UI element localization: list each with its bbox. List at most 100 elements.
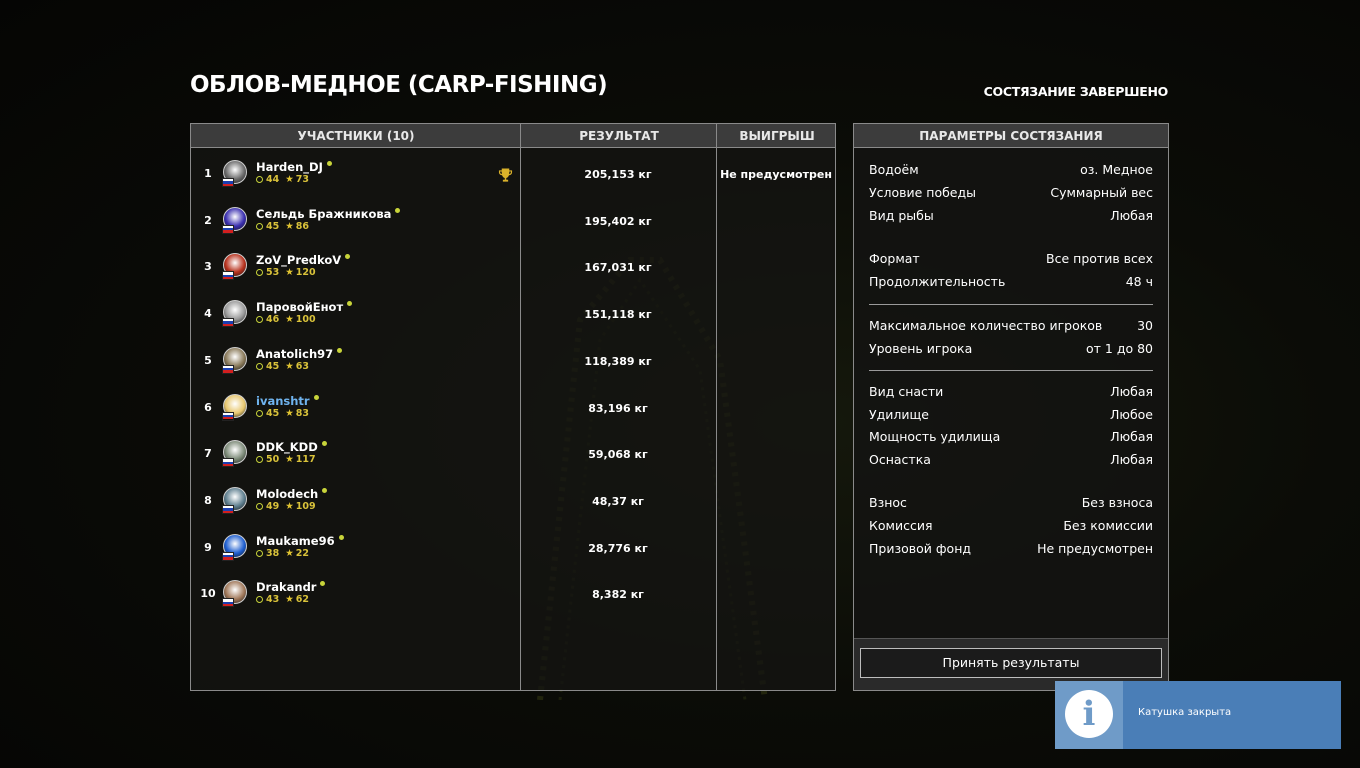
prize-value: Не предусмотрен bbox=[720, 168, 832, 181]
parameter-value: Любая bbox=[1110, 452, 1153, 467]
rank-number: 4 bbox=[204, 307, 212, 321]
player-name-text: Сельдь Бражникова bbox=[256, 206, 392, 221]
result-row[interactable]: 6 ivanshtr 45 ★ 83 83,196 кг bbox=[191, 387, 835, 433]
russia-flag-icon bbox=[222, 224, 234, 234]
level-icon bbox=[256, 549, 263, 557]
player-level: 45 bbox=[266, 220, 280, 232]
russia-flag-icon bbox=[222, 271, 234, 281]
parameter-row: Вид снасти Любая bbox=[869, 384, 1153, 404]
star-icon: ★ bbox=[285, 314, 294, 326]
rank-number: 8 bbox=[204, 493, 212, 507]
result-row[interactable]: 7 DDK_KDD 50 ★ 117 59,068 кг bbox=[191, 433, 835, 479]
russia-flag-icon bbox=[222, 551, 234, 561]
player-level: 44 bbox=[266, 174, 280, 185]
player-stats: 45 ★ 86 bbox=[256, 221, 309, 232]
parameter-value: Любая bbox=[1110, 208, 1153, 223]
player-name[interactable]: ivanshtr bbox=[256, 394, 319, 408]
player-name-text: Molodech bbox=[256, 486, 319, 501]
rank-number: 6 bbox=[204, 400, 212, 414]
player-stats: 49 ★ 109 bbox=[256, 501, 316, 512]
parameter-value: Любая bbox=[1110, 429, 1153, 444]
rank-number: 9 bbox=[204, 540, 212, 554]
result-weight: 151,118 кг bbox=[584, 308, 652, 322]
player-name[interactable]: Harden_DJ bbox=[256, 160, 332, 174]
parameter-row: Призовой фонд Не предусмотрен bbox=[869, 541, 1153, 561]
parameter-row: Оснастка Любая bbox=[869, 452, 1153, 472]
player-level: 43 bbox=[266, 594, 280, 606]
level-icon bbox=[256, 176, 263, 183]
player-name-text: Harden_DJ bbox=[256, 160, 323, 174]
parameter-label: Удилище bbox=[869, 407, 929, 422]
parameter-row: Мощность удилища Любая bbox=[869, 429, 1153, 449]
result-row[interactable]: 8 Molodech 49 ★ 109 48,37 кг bbox=[191, 480, 835, 526]
result-weight: 59,068 кг bbox=[588, 448, 648, 462]
parameter-value: Все против всех bbox=[1046, 251, 1153, 266]
player-level: 46 bbox=[266, 314, 280, 326]
result-row[interactable]: 10 Drakandr 43 ★ 62 8,382 кг bbox=[191, 573, 835, 619]
prize-column-header: ВЫИГРЫШ bbox=[739, 129, 815, 143]
player-name[interactable]: Molodech bbox=[256, 486, 328, 501]
parameter-label: Вид рыбы bbox=[869, 208, 934, 223]
player-name[interactable]: Anatolich97 bbox=[256, 347, 343, 361]
star-icon: ★ bbox=[285, 220, 294, 232]
level-icon bbox=[256, 456, 263, 464]
trophy-icon bbox=[498, 168, 513, 182]
star-icon: ★ bbox=[285, 267, 294, 279]
online-status-icon bbox=[338, 534, 344, 540]
parameter-value: оз. Медное bbox=[1080, 162, 1153, 177]
player-name[interactable]: ПаровойЕнот bbox=[256, 300, 353, 315]
star-icon: ★ bbox=[285, 454, 294, 466]
result-weight: 118,389 кг bbox=[584, 354, 652, 368]
parameter-row: Формат Все против всех bbox=[869, 251, 1153, 271]
player-stats: 50 ★ 117 bbox=[256, 454, 316, 465]
russia-flag-icon bbox=[222, 598, 234, 608]
player-name[interactable]: Maukame96 bbox=[256, 534, 344, 548]
parameter-label: Уровень игрока bbox=[869, 341, 973, 356]
rank-number: 5 bbox=[204, 353, 212, 367]
result-row[interactable]: 5 Anatolich97 45 ★ 63 118,389 кг bbox=[191, 340, 835, 386]
result-weight: 28,776 кг bbox=[588, 541, 648, 555]
result-row[interactable]: 2 Сельдь Бражникова 45 ★ 86 195,402 кг bbox=[191, 200, 835, 246]
player-level: 38 bbox=[266, 547, 280, 559]
player-name-text: ПаровойЕнот bbox=[256, 300, 344, 315]
player-name[interactable]: DDK_KDD bbox=[256, 440, 327, 454]
online-status-icon bbox=[322, 487, 328, 493]
player-stats: 43 ★ 62 bbox=[256, 594, 309, 605]
player-name[interactable]: Сельдь Бражникова bbox=[256, 206, 401, 221]
russia-flag-icon bbox=[222, 458, 234, 468]
online-status-icon bbox=[321, 441, 327, 447]
player-level: 50 bbox=[266, 454, 280, 466]
player-name[interactable]: ZoV_PredkoV bbox=[256, 253, 351, 267]
online-status-icon bbox=[337, 347, 343, 353]
participants-column-header: УЧАСТНИКИ (10) bbox=[297, 129, 415, 143]
star-icon: ★ bbox=[285, 547, 294, 559]
parameter-label: Условие победы bbox=[869, 185, 977, 200]
result-row[interactable]: 1 Harden_DJ 44 ★ 73 205,153 кг Не предусмо… bbox=[191, 153, 835, 199]
parameter-value: Без взноса bbox=[1081, 495, 1153, 510]
notification-toast[interactable]: i Катушка закрыта bbox=[1055, 681, 1341, 749]
rank-number: 10 bbox=[200, 587, 216, 601]
player-stats: 53 ★ 120 bbox=[256, 267, 316, 278]
online-status-icon bbox=[345, 254, 351, 260]
parameter-label: Оснастка bbox=[869, 452, 931, 467]
result-row[interactable]: 4 ПаровойЕнот 46 ★ 100 151,118 кг bbox=[191, 293, 835, 339]
parameter-value: Любая bbox=[1110, 384, 1153, 399]
result-weight: 8,382 кг bbox=[592, 588, 644, 602]
parameter-label: Максимальное количество игроков bbox=[869, 318, 1103, 333]
player-stats: 45 ★ 83 bbox=[256, 408, 309, 419]
result-row[interactable]: 3 ZoV_PredkoV 53 ★ 120 167,031 кг bbox=[191, 246, 835, 292]
player-name[interactable]: Drakandr bbox=[256, 580, 326, 594]
russia-flag-icon bbox=[222, 364, 234, 374]
parameter-row: Удилище Любое bbox=[869, 407, 1153, 427]
result-weight: 167,031 кг bbox=[584, 261, 652, 275]
accept-results-button[interactable]: Принять результаты bbox=[860, 648, 1162, 678]
star-icon: ★ bbox=[285, 594, 294, 606]
level-icon bbox=[256, 409, 263, 417]
result-row[interactable]: 9 Maukame96 38 ★ 22 28,776 кг bbox=[191, 527, 835, 573]
parameter-row: Водоём оз. Медное bbox=[869, 162, 1153, 182]
player-stats: 45 ★ 63 bbox=[256, 361, 309, 372]
online-status-icon bbox=[320, 581, 326, 587]
player-level: 45 bbox=[266, 360, 280, 372]
rank-number: 3 bbox=[204, 260, 212, 274]
level-icon bbox=[256, 502, 263, 510]
